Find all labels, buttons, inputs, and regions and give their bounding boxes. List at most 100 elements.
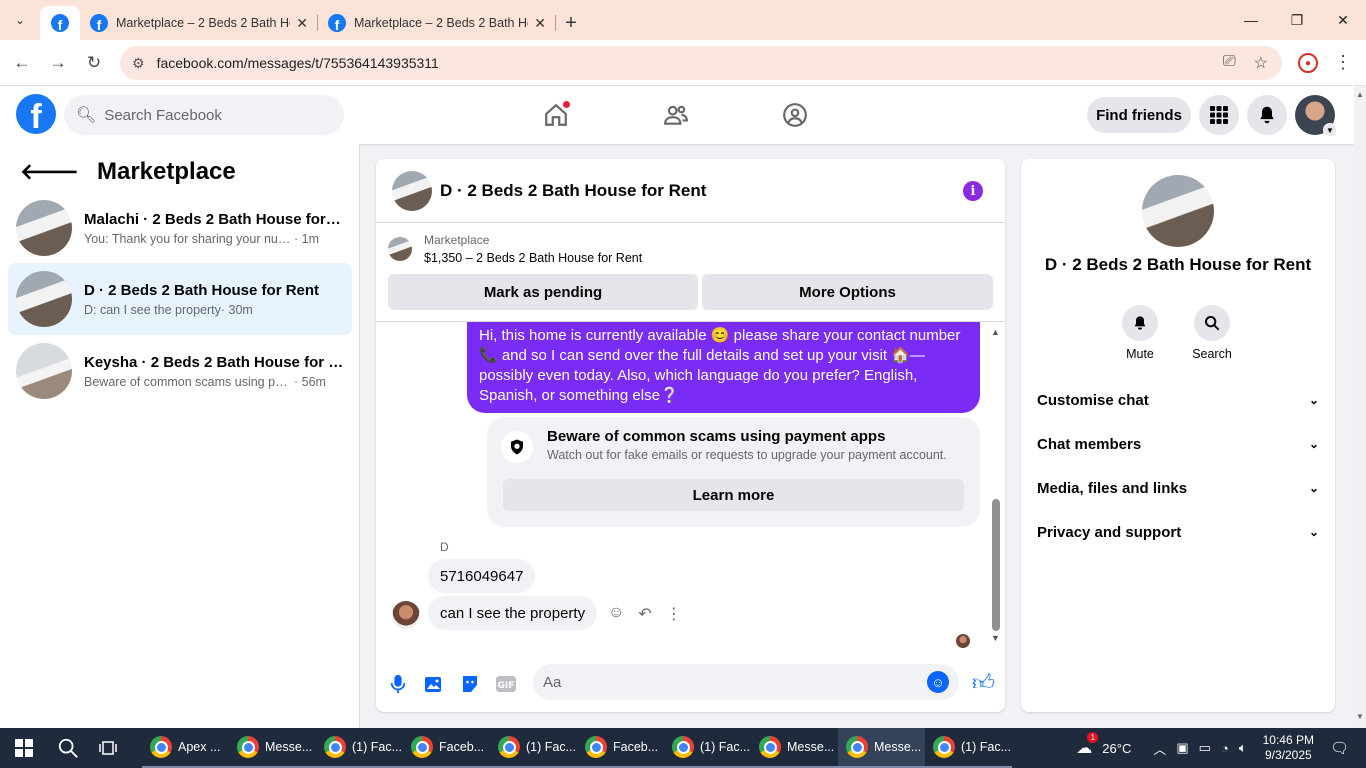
bookmark-star-icon[interactable]: ☆ (1254, 53, 1268, 73)
taskbar-app[interactable]: (1) Fac... (664, 728, 751, 768)
meet-icon[interactable]: ▣ (1176, 740, 1188, 756)
taskbar-app[interactable]: Faceb... (577, 728, 664, 768)
message-list: Hi, this home is currently available 😊 p… (376, 321, 1005, 651)
conversation-item-keysha[interactable]: Keysha · 2 Beds 2 Bath House for Rent Be… (8, 339, 352, 403)
install-app-icon[interactable]: ⎚ (1223, 53, 1236, 73)
taskbar-app[interactable]: Apex ... (142, 728, 229, 768)
site-info-icon[interactable]: ⚙ (132, 55, 145, 72)
outgoing-message[interactable]: Hi, this home is currently available 😊 p… (467, 322, 980, 413)
notification-dot (562, 100, 571, 109)
address-bar[interactable]: ⚙ facebook.com/messages/t/75536414393531… (120, 46, 1282, 80)
tab-marketplace-1[interactable]: f Marketplace – 2 Beds 2 Bath House for … (80, 6, 318, 40)
forward-icon[interactable]: → (40, 45, 76, 81)
listing-thumbnail (16, 200, 72, 256)
section-chat-members[interactable]: Chat members ⌄ (1037, 432, 1319, 456)
windows-logo-icon (15, 739, 33, 757)
reload-icon[interactable]: ↻ (76, 45, 112, 81)
gif-icon[interactable]: GIF (494, 672, 518, 696)
react-emoji-icon[interactable]: ☺ (608, 604, 624, 624)
groups-icon[interactable] (778, 98, 812, 132)
search-icon[interactable] (48, 728, 88, 768)
search-icon (1194, 305, 1230, 341)
more-options-button[interactable]: More Options (702, 274, 993, 310)
chat-title[interactable]: D · 2 Beds 2 Bath House for Rent (440, 181, 706, 201)
start-button[interactable] (0, 728, 48, 768)
info-icon[interactable]: i (963, 181, 983, 201)
taskbar-app[interactable]: Messe... (229, 728, 316, 768)
sticker-icon[interactable] (458, 672, 482, 696)
tab-marketplace-2[interactable]: f Marketplace – 2 Beds 2 Bath House for … (318, 6, 556, 40)
scroll-down-icon[interactable]: ▼ (991, 633, 1000, 643)
browser-toolbar: ← → ↻ ⚙ facebook.com/messages/t/75536414… (0, 40, 1366, 86)
account-avatar[interactable]: ▼ (1295, 95, 1337, 137)
conversation-item-d[interactable]: D · 2 Beds 2 Bath House for Rent D: can … (8, 263, 352, 335)
taskbar-app[interactable]: Messe... (751, 728, 838, 768)
sender-avatar[interactable] (392, 601, 420, 629)
new-tab-button[interactable]: + (556, 6, 586, 40)
more-icon[interactable]: ⋮ (666, 604, 682, 624)
message-placeholder: Aa (543, 673, 562, 691)
chat-thumbnail[interactable] (392, 170, 432, 211)
reply-icon[interactable]: ↶ (638, 604, 651, 624)
wifi-icon[interactable]: ◔ (1221, 741, 1229, 756)
mute-button[interactable]: Mute (1110, 305, 1170, 361)
tab-facebook-active[interactable]: f (40, 6, 80, 40)
emoji-icon[interactable]: ☺ (927, 671, 949, 693)
scroll-up-icon[interactable]: ▲ (1356, 90, 1364, 99)
close-tab-icon[interactable]: ✕ (296, 15, 308, 32)
find-friends-button[interactable]: Find friends (1087, 97, 1191, 133)
section-privacy-support[interactable]: Privacy and support ⌄ (1037, 520, 1319, 544)
back-icon[interactable]: ← (4, 45, 40, 81)
clock[interactable]: 10:46 PM 9/3/2025 (1263, 733, 1314, 763)
home-icon[interactable] (539, 98, 573, 132)
back-arrow-icon[interactable]: 🡐 (20, 159, 79, 185)
incoming-message[interactable]: 5716049647 (428, 559, 536, 593)
scroll-down-icon[interactable]: ▼ (1356, 712, 1364, 721)
chevron-down-icon: ▼ (1323, 123, 1337, 137)
browser-menu-icon[interactable]: ⋮ (1334, 52, 1352, 73)
conversation-preview: Beware of common scams using payment app… (84, 374, 294, 389)
close-tab-icon[interactable]: ✕ (534, 15, 546, 32)
thumbs-up-icon[interactable]: 👍︎ (972, 669, 995, 696)
chat-profile-image[interactable] (1142, 175, 1214, 247)
notifications-bell-icon[interactable] (1247, 95, 1287, 135)
taskbar-app[interactable]: Faceb... (403, 728, 490, 768)
message-scrollbar[interactable]: ▲ ▼ (991, 327, 1001, 643)
incoming-message[interactable]: can I see the property (428, 596, 598, 630)
restore-icon[interactable]: ❐ (1274, 0, 1320, 40)
scroll-up-icon[interactable]: ▲ (991, 327, 1000, 337)
chrome-icon (759, 736, 781, 758)
page-scrollbar[interactable]: ▲ ▼ (1354, 86, 1366, 728)
weather-widget[interactable]: ☁ 1 26°C (1076, 732, 1131, 758)
close-window-icon[interactable]: ✕ (1320, 0, 1366, 40)
volume-icon[interactable]: 🔈︎ (1239, 740, 1247, 756)
notification-center-icon[interactable]: 🗨︎ (1330, 739, 1354, 757)
chevron-up-icon[interactable]: ︿ (1153, 739, 1166, 758)
conversation-item-malachi[interactable]: Malachi · 2 Beds 2 Bath House for Rent Y… (8, 196, 352, 260)
message-actions: ☺ ↶ ⋮ (608, 604, 682, 624)
search-input[interactable]: 🔍︎ Search Facebook (64, 95, 344, 135)
learn-more-button[interactable]: Learn more (503, 479, 964, 511)
listing-summary[interactable]: Marketplace $1,350 – 2 Beds 2 Bath House… (388, 233, 642, 265)
taskbar-app[interactable]: (1) Fac... (925, 728, 1012, 768)
profile-icon[interactable]: ● (1298, 53, 1318, 73)
message-input[interactable]: Aa ☺ (533, 664, 959, 700)
task-view-icon[interactable] (88, 728, 128, 768)
taskbar-app-label: (1) Fac... (961, 740, 1012, 754)
friends-icon[interactable] (659, 98, 693, 132)
section-media-files-links[interactable]: Media, files and links ⌄ (1037, 476, 1319, 500)
taskbar-app[interactable]: (1) Fac... (316, 728, 403, 768)
mark-as-pending-button[interactable]: Mark as pending (388, 274, 698, 310)
battery-icon[interactable]: ▭ (1199, 740, 1211, 756)
menu-grid-icon[interactable] (1199, 95, 1239, 135)
photo-icon[interactable] (422, 672, 446, 696)
search-chat-button[interactable]: Search (1182, 305, 1242, 361)
taskbar-app[interactable]: (1) Fac... (490, 728, 577, 768)
tab-search-chevron-icon[interactable]: ⌄ (6, 6, 34, 34)
minimize-icon[interactable]: — (1228, 0, 1274, 40)
scrollbar-thumb[interactable] (992, 499, 1000, 631)
microphone-icon[interactable] (386, 672, 410, 696)
taskbar-app-active[interactable]: Messe... (838, 728, 925, 768)
section-customise-chat[interactable]: Customise chat ⌄ (1037, 388, 1319, 412)
facebook-logo[interactable]: f (16, 94, 56, 134)
